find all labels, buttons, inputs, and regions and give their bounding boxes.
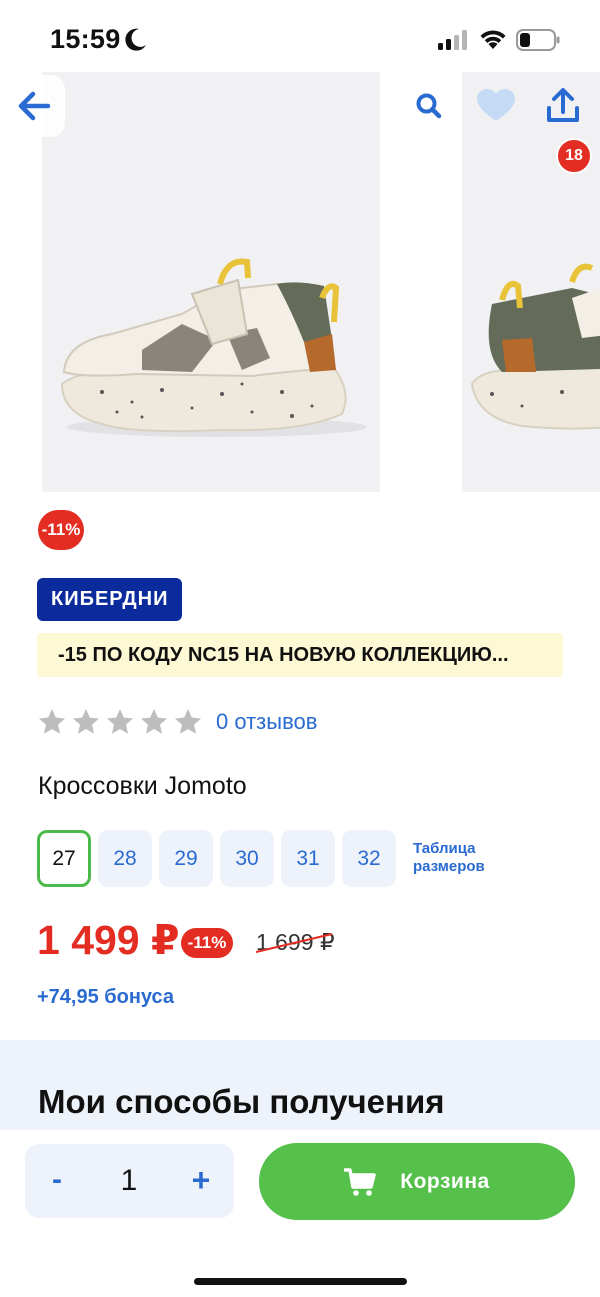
status-time: 15:59 — [50, 24, 121, 54]
quantity-value: 1 — [120, 1164, 138, 1197]
star-icon — [141, 709, 167, 734]
wifi-icon — [480, 30, 506, 49]
search-button[interactable] — [398, 75, 460, 137]
star-icon — [107, 709, 133, 734]
rating-stars[interactable] — [37, 707, 203, 737]
star-icon — [73, 709, 99, 734]
size-table-line2: размеров — [413, 858, 485, 875]
size-table-line1: Таблица — [413, 840, 476, 857]
price-discount-badge: -11% — [181, 928, 233, 958]
size-option-31[interactable]: 31 — [281, 830, 335, 887]
battery-icon — [516, 29, 560, 51]
home-indicator[interactable] — [194, 1278, 407, 1285]
delivery-section: Мои способы получения — [0, 1040, 600, 1140]
bonus-amount: +74,95 бонуса — [37, 986, 175, 1008]
campaign-tag[interactable]: КИБЕРДНИ — [37, 578, 183, 621]
cart-label: Корзина — [400, 1169, 490, 1193]
size-selector: 27 28 29 30 31 32 — [37, 830, 396, 887]
cellular-signal-icon — [438, 30, 467, 50]
sneaker-image — [42, 72, 380, 492]
cart-count-badge: 18 — [556, 138, 592, 174]
heart-icon — [477, 89, 515, 121]
favorite-button[interactable] — [465, 75, 527, 137]
strikethrough-line — [255, 933, 333, 953]
cart-icon — [344, 1167, 377, 1196]
size-table-link[interactable]: Таблица размеров — [413, 840, 485, 876]
discount-badge: -11% — [38, 510, 84, 550]
size-option-28[interactable]: 28 — [98, 830, 152, 887]
back-button[interactable] — [3, 75, 65, 137]
search-icon — [416, 93, 442, 119]
bottom-action-bar: - 1 + Корзина — [0, 1130, 600, 1297]
product-title: Кроссовки Jomoto — [38, 772, 247, 800]
size-option-30[interactable]: 30 — [220, 830, 274, 887]
quantity-stepper: - 1 + — [25, 1144, 234, 1218]
add-to-cart-button[interactable]: Корзина — [259, 1143, 575, 1220]
size-option-32[interactable]: 32 — [342, 830, 396, 887]
product-photo[interactable] — [42, 72, 380, 492]
star-icon — [175, 709, 201, 734]
promo-banner[interactable]: -15 ПО КОДУ NC15 НА НОВУЮ КОЛЛЕКЦИЮ... — [37, 633, 563, 677]
size-option-29[interactable]: 29 — [159, 830, 213, 887]
size-option-27[interactable]: 27 — [37, 830, 91, 887]
promo-text: -15 ПО КОДУ NC15 НА НОВУЮ КОЛЛЕКЦИЮ... — [58, 643, 509, 666]
share-button[interactable] — [532, 75, 594, 137]
status-bar: 15:59 — [0, 0, 600, 72]
delivery-title: Мои способы получения — [38, 1083, 445, 1120]
qty-plus-button[interactable]: + — [183, 1160, 219, 1200]
star-icon — [39, 709, 65, 734]
share-icon — [547, 88, 579, 122]
reviews-link[interactable]: 0 отзывов — [216, 709, 317, 735]
arrow-left-icon — [18, 91, 51, 121]
qty-minus-button[interactable]: - — [39, 1160, 75, 1200]
moon-icon — [125, 28, 146, 51]
current-price: 1 499 ₽ — [37, 917, 180, 963]
